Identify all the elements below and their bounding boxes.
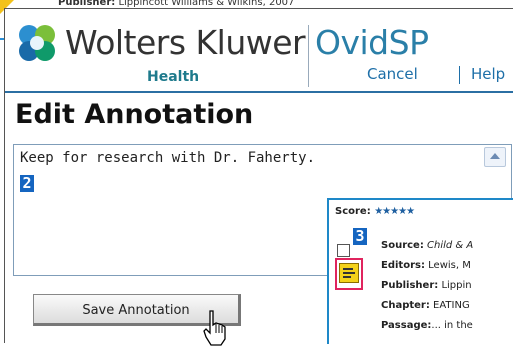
- brand-name: Wolters Kluwer: [65, 23, 306, 62]
- annotation-note-icon: [339, 263, 359, 283]
- select-checkbox[interactable]: [337, 244, 350, 257]
- cancel-link[interactable]: Cancel: [367, 65, 418, 83]
- brand-subtitle: Health: [147, 69, 200, 85]
- passage-row: Passage:... in the: [381, 320, 473, 331]
- chapter-row: Chapter: EATING: [381, 300, 470, 311]
- link-divider: [459, 66, 460, 84]
- header-rule: [5, 91, 513, 93]
- help-link[interactable]: Help: [471, 65, 505, 83]
- search-result-panel: Score: ★★★★★ 3 Source: Child & A Editors…: [327, 198, 513, 344]
- publisher-row: Publisher: Lippin: [381, 280, 472, 291]
- editors-row: Editors: Lewis, M: [381, 260, 471, 271]
- score-stars: ★★★★★: [374, 206, 415, 217]
- scroll-up-button[interactable]: [484, 147, 506, 167]
- page-title: Edit Annotation: [15, 99, 254, 130]
- annotation-icon-highlight[interactable]: [335, 258, 363, 290]
- header-divider: [308, 25, 309, 87]
- wolters-kluwer-logo-icon: [19, 25, 55, 61]
- product-name: OvidSP: [315, 23, 429, 62]
- hand-cursor-icon: [203, 310, 226, 346]
- header: Wolters Kluwer Health OvidSP Cancel Help: [5, 9, 513, 91]
- background-publisher-text: Publisher: Lippincott Williams & Wilkins…: [58, 0, 295, 8]
- annotation-text: Keep for research with Dr. Faherty.: [20, 150, 316, 166]
- step-badge-3: 3: [353, 228, 367, 245]
- score-line: Score: ★★★★★: [335, 206, 415, 217]
- source-row: Source: Child & A: [381, 240, 474, 251]
- step-badge-2: 2: [20, 175, 34, 192]
